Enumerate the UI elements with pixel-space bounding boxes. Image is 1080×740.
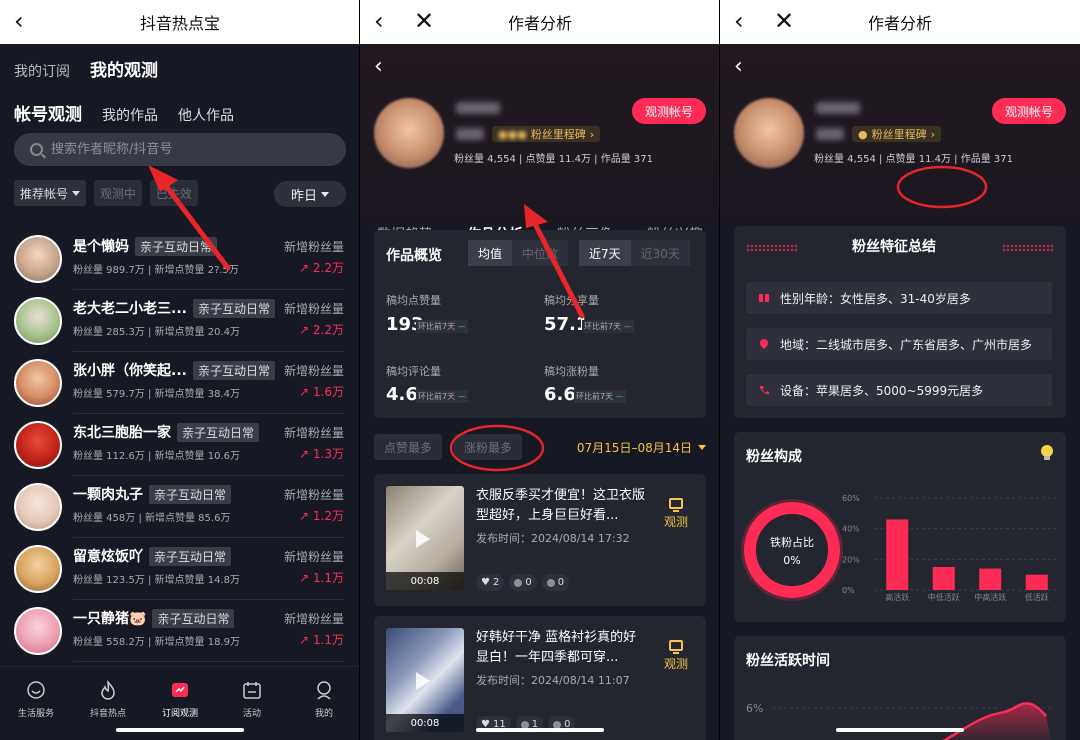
tab-life-service[interactable]: 生活服务 xyxy=(6,679,66,740)
hotspot-panel: ‹ 抖音热点宝 我的订阅 我的观测 帐号观测 我的作品 他人作品 推荐帐号 观测… xyxy=(0,0,360,740)
home-indicator xyxy=(116,728,244,732)
works-analysis-panel: ‹ ✕ 作者分析 ‹ ●●● 粉丝里程碑 › 粉丝量 4,554 | 点赞量 11.… xyxy=(360,0,720,740)
annotation-marks xyxy=(449,204,585,472)
tab-me[interactable]: 我的 xyxy=(294,679,354,740)
fans-profile-panel: ‹ ✕ 作者分析 ‹ ● 粉丝里程碑 › 粉丝量 4,554 | 点赞量 11.4万… xyxy=(720,0,1080,740)
smile-icon xyxy=(25,679,47,701)
flame-icon xyxy=(97,679,119,701)
calendar-icon xyxy=(241,679,263,701)
home-indicator xyxy=(836,728,964,732)
chart-icon xyxy=(169,679,191,701)
annotation-arrow xyxy=(148,165,231,271)
home-indicator xyxy=(476,728,604,732)
user-icon xyxy=(313,679,335,701)
annotation-marks xyxy=(896,165,988,209)
